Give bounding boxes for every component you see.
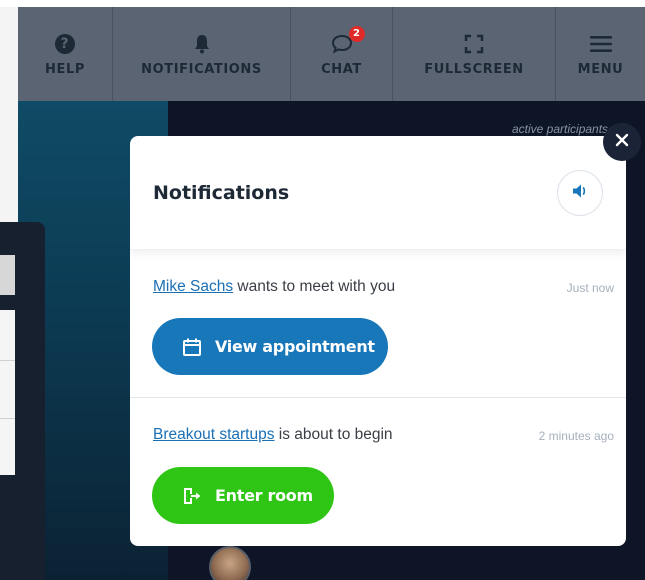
enter-room-button[interactable]: Enter room [152,467,334,524]
nav-chat-label: CHAT [321,61,362,77]
participants-label: active participants [512,122,609,136]
notification-item: Breakout startups is about to begin 2 mi… [130,399,626,546]
calendar-icon [181,336,203,358]
question-circle-icon: ? [55,32,75,56]
enter-door-icon [181,485,203,507]
notification-item: Mike Sachs wants to meet with you Just n… [130,250,626,398]
nav-fullscreen-label: FULLSCREEN [424,61,524,77]
nav-chat[interactable]: 2 CHAT [291,7,393,101]
enter-room-label: Enter room [215,486,313,505]
modal-title: Notifications [153,182,290,204]
notification-message: Breakout startups is about to begin [153,426,393,444]
view-appointment-label: View appointment [215,337,375,356]
nav-help[interactable]: ? HELP [18,7,113,101]
avatar[interactable] [209,546,251,580]
background-side-list [0,310,15,475]
nav-notifications[interactable]: NOTIFICATIONS [113,7,291,101]
chat-bubble-icon: 2 [331,25,365,56]
close-icon [615,133,629,152]
hamburger-icon [589,32,613,56]
speaker-icon [571,182,589,205]
room-link[interactable]: Breakout startups [153,426,274,443]
divider [0,360,15,361]
chat-badge: 2 [348,25,365,42]
close-button[interactable] [603,123,641,161]
user-link[interactable]: Mike Sachs [153,278,233,295]
nav-fullscreen[interactable]: FULLSCREEN [393,7,556,101]
notification-message: Mike Sachs wants to meet with you [153,278,395,296]
nav-menu[interactable]: MENU [556,7,645,101]
divider [0,418,15,419]
notification-text: is about to begin [274,426,393,443]
nav-notifications-label: NOTIFICATIONS [141,61,262,77]
nav-help-label: HELP [45,61,85,77]
notification-text: wants to meet with you [233,278,396,295]
sound-toggle-button[interactable] [557,170,603,216]
view-appointment-button[interactable]: View appointment [152,318,388,375]
background-side-toolbar [0,255,15,295]
nav-menu-label: MENU [577,61,624,77]
top-nav-bar: ? HELP NOTIFICATIONS 2 CHAT FULLSCREEN M… [0,0,645,101]
bell-icon [194,32,210,56]
notifications-modal: Notifications Mike Sachs wants to meet w… [130,136,626,546]
notification-time: 2 minutes ago [538,429,614,443]
fullscreen-icon [464,32,484,56]
modal-header: Notifications [130,136,626,250]
notification-time: Just now [566,281,614,295]
